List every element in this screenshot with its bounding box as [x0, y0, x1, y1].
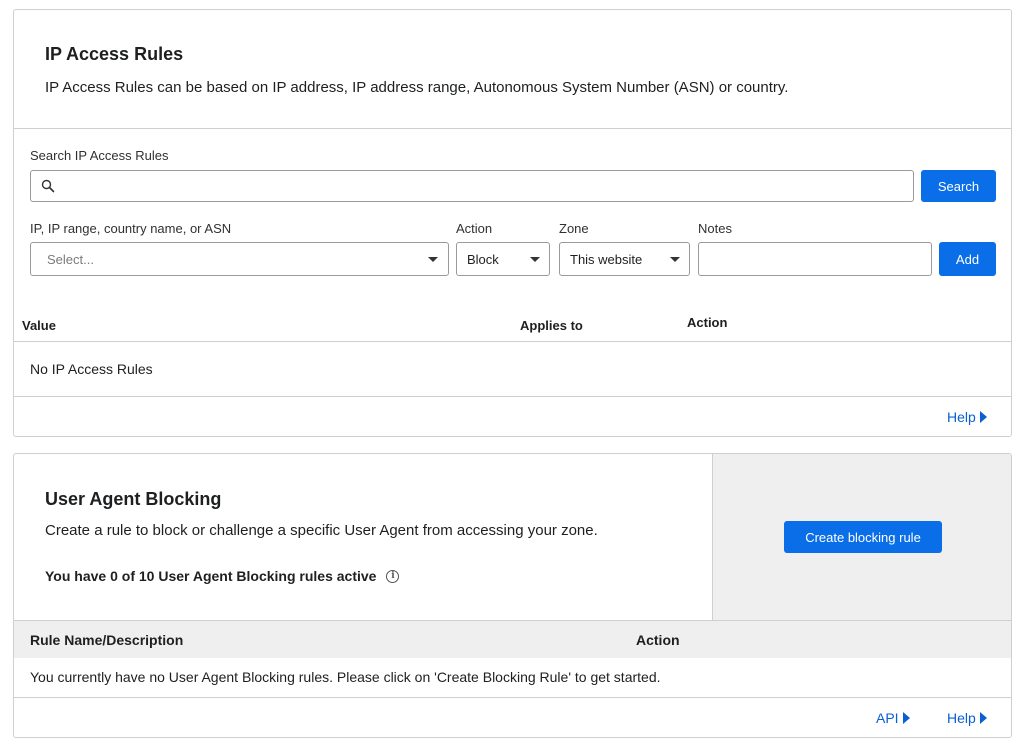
notes-input[interactable] [698, 242, 932, 276]
create-blocking-rule-button[interactable]: Create blocking rule [784, 521, 942, 553]
value-field-label: IP, IP range, country name, or ASN [30, 221, 232, 236]
ip-access-rules-header: IP Access Rules IP Access Rules can be b… [14, 10, 1011, 129]
triangle-right-icon [979, 411, 987, 423]
active-rules-count: You have 0 of 10 User Agent Blocking rul… [45, 568, 400, 584]
ua-table-header: Rule Name/Description Action [14, 620, 1011, 658]
chevron-down-icon [530, 257, 540, 262]
user-agent-blocking-title: User Agent Blocking [45, 489, 222, 509]
help-link-label: Help [947, 710, 976, 726]
api-link[interactable]: API [876, 710, 910, 726]
info-icon[interactable]: i [386, 569, 400, 583]
footer-divider [14, 697, 1011, 698]
column-action: Action [636, 632, 680, 648]
zone-label: Zone [559, 221, 589, 236]
ip-access-rules-description: IP Access Rules can be based on IP addre… [45, 79, 789, 96]
create-rule-panel: Create blocking rule [712, 454, 1011, 620]
zone-select-value: This website [570, 252, 643, 267]
table-header-divider [14, 341, 1011, 342]
triangle-right-icon [902, 712, 910, 724]
active-rules-count-text: You have 0 of 10 User Agent Blocking rul… [45, 568, 377, 584]
column-action: Action [687, 315, 728, 330]
search-input[interactable] [63, 174, 903, 198]
action-label: Action [456, 221, 493, 236]
action-select-value: Block [467, 252, 499, 267]
api-link-label: API [876, 710, 899, 726]
empty-state-text: No IP Access Rules [30, 361, 153, 377]
search-label: Search IP Access Rules [30, 148, 169, 163]
value-select[interactable]: Select... [30, 242, 449, 276]
triangle-right-icon [979, 712, 987, 724]
search-icon [41, 179, 55, 193]
ua-empty-state-text: You currently have no User Agent Blockin… [30, 669, 661, 685]
search-button[interactable]: Search [921, 170, 996, 202]
chevron-down-icon [428, 257, 438, 262]
ip-access-rules-card: IP Access Rules IP Access Rules can be b… [13, 9, 1012, 437]
ip-access-rules-title: IP Access Rules [45, 44, 184, 64]
user-agent-blocking-card: User Agent Blocking Create a rule to blo… [13, 453, 1012, 738]
add-button[interactable]: Add [939, 242, 996, 276]
action-select[interactable]: Block [456, 242, 550, 276]
chevron-down-icon [670, 257, 680, 262]
column-value: Value [22, 318, 56, 333]
value-select-placeholder: Select... [47, 252, 94, 267]
help-link-label: Help [947, 409, 976, 425]
help-link[interactable]: Help [947, 409, 987, 425]
footer-divider [14, 396, 1011, 397]
search-field[interactable] [30, 170, 914, 202]
column-applies-to: Applies to [520, 318, 583, 333]
notes-label: Notes [698, 221, 732, 236]
user-agent-blocking-description: Create a rule to block or challenge a sp… [45, 522, 598, 539]
help-link[interactable]: Help [947, 710, 987, 726]
zone-select[interactable]: This website [559, 242, 690, 276]
column-rule-name: Rule Name/Description [30, 632, 184, 648]
